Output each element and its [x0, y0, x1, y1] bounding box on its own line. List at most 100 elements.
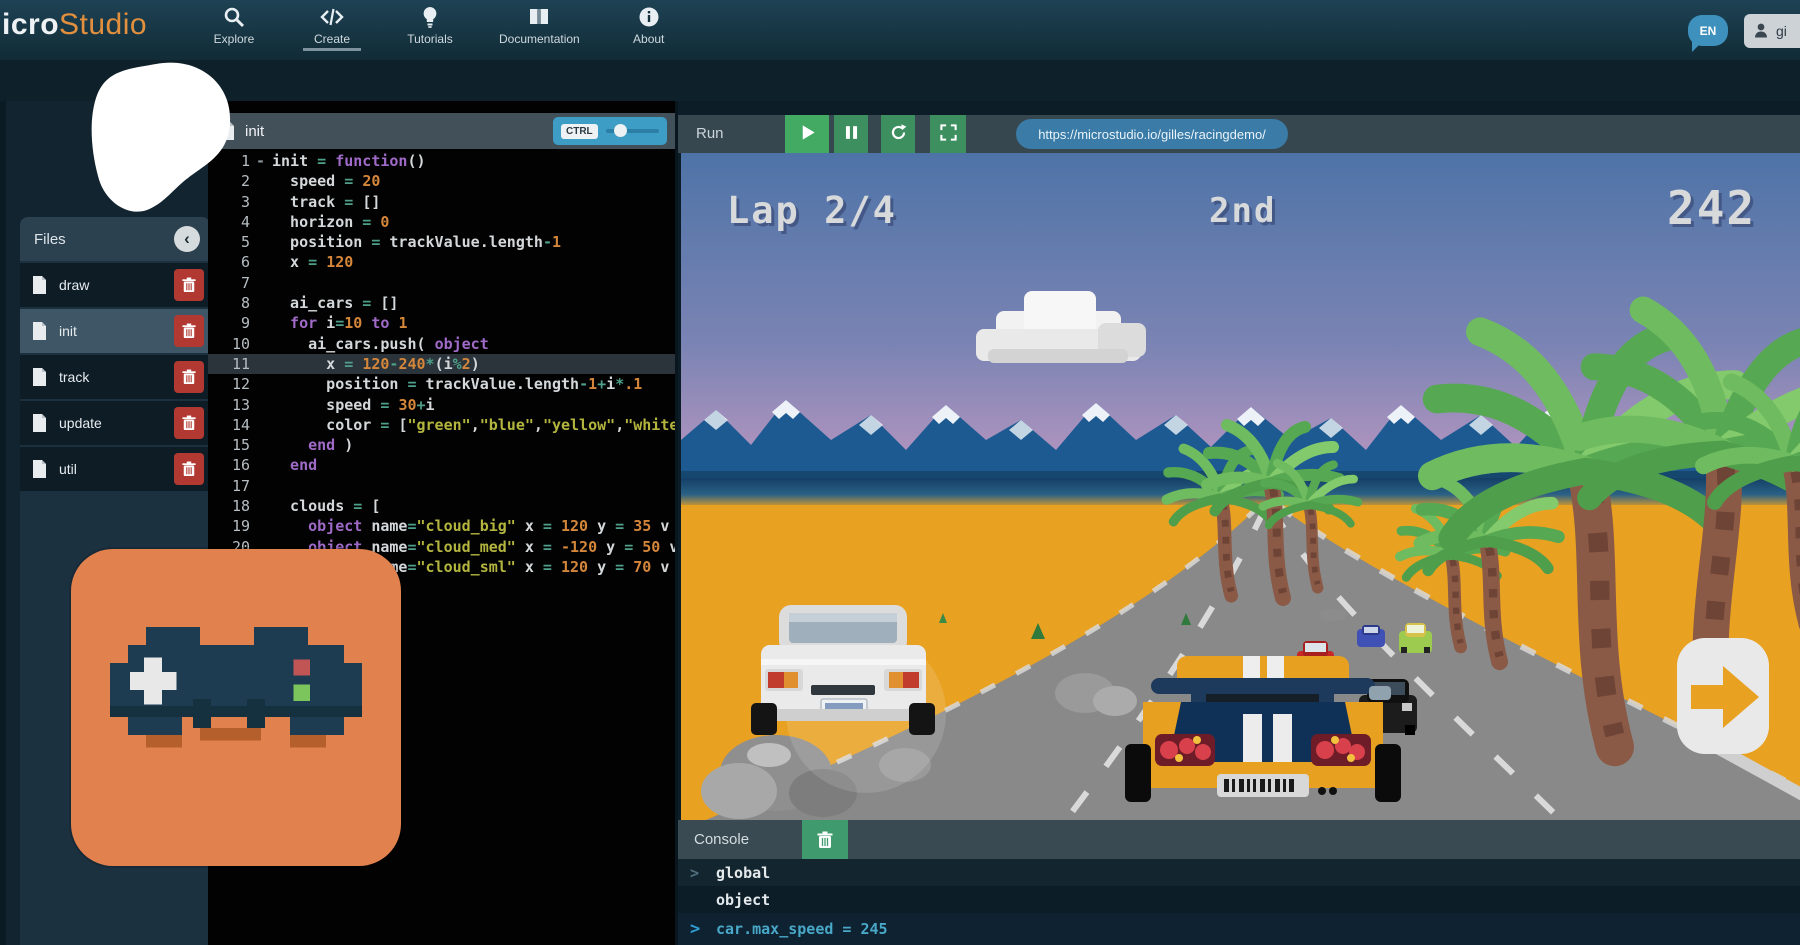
code-line-17[interactable]: 17 [208, 476, 675, 496]
reload-icon [889, 123, 908, 145]
code-line-2[interactable]: 2 speed = 20 [208, 171, 675, 191]
reload-button[interactable] [881, 115, 915, 153]
line-number: 19 [208, 516, 256, 536]
line-number: 9 [208, 313, 256, 333]
toggle-knob [614, 124, 627, 137]
logo[interactable]: icroStudio [2, 8, 147, 42]
fold-marker[interactable]: - [256, 151, 266, 171]
code-text: x = 120 [266, 252, 353, 272]
language-badge[interactable]: EN [1688, 15, 1728, 46]
console-log-line[interactable]: >global [678, 859, 1800, 886]
file-item-util[interactable]: util [20, 447, 210, 491]
line-number: 13 [208, 395, 256, 415]
code-line-18[interactable]: 18 clouds = [ [208, 496, 675, 516]
code-text: speed = 20 [266, 171, 380, 191]
code-line-12[interactable]: 12 position = trackValue.length-1+i*.1 [208, 374, 675, 394]
pause-icon [842, 123, 861, 145]
code-line-19[interactable]: 19 object name="cloud_big" x = 120 y = 3… [208, 516, 675, 536]
fold-spacer [256, 496, 266, 516]
console-text: object [716, 891, 770, 909]
file-item-update[interactable]: update [20, 401, 210, 445]
console-log-line: object [678, 886, 1800, 913]
nav-item-about[interactable]: About [620, 5, 678, 51]
pause-button[interactable] [834, 115, 868, 153]
turn-sign [1677, 638, 1769, 754]
code-line-11[interactable]: 11 x = 120-240*(i%2) [208, 354, 675, 374]
console-clear-button[interactable] [802, 820, 848, 859]
fold-spacer [256, 374, 266, 394]
main-nav: Explore Create Tutorials Documentation About [205, 5, 678, 51]
code-text: horizon = 0 [266, 212, 389, 232]
code-line-7[interactable]: 7 [208, 273, 675, 293]
delete-file-button[interactable] [174, 315, 204, 347]
file-item-track[interactable]: track [20, 355, 210, 399]
code-line-13[interactable]: 13 speed = 30+i [208, 395, 675, 415]
nav-item-explore[interactable]: Explore [205, 5, 263, 51]
person-icon [1752, 21, 1770, 42]
fold-spacer [256, 334, 266, 354]
console-output[interactable]: >globalobject>car.max_speed = 245 [678, 859, 1800, 945]
fold-spacer [256, 252, 266, 272]
code-line-16[interactable]: 16 end [208, 455, 675, 475]
fold-spacer [256, 415, 266, 435]
delete-file-button[interactable] [174, 453, 204, 485]
line-number: 12 [208, 374, 256, 394]
line-number: 1 [208, 151, 256, 171]
editor-filename: init [245, 123, 553, 140]
play-button[interactable] [785, 115, 829, 153]
code-line-3[interactable]: 3 track = [] [208, 192, 675, 212]
delete-file-button[interactable] [174, 407, 204, 439]
nav-item-create[interactable]: Create [303, 5, 361, 51]
code-line-9[interactable]: 9 for i=10 to 1 [208, 313, 675, 333]
hud-lap: Lap 2/4 [727, 189, 897, 232]
code-text: ai_cars = [] [266, 293, 398, 313]
code-text: position = trackValue.length-1 [266, 232, 561, 252]
gamepad-pixel-art [110, 627, 362, 789]
code-line-15[interactable]: 15 end ) [208, 435, 675, 455]
file-name: init [59, 323, 174, 339]
code-line-1[interactable]: 1-init = function() [208, 151, 675, 171]
file-item-init[interactable]: init [20, 309, 210, 353]
code-text: end [266, 455, 317, 475]
code-line-8[interactable]: 8 ai_cars = [] [208, 293, 675, 313]
delete-file-button[interactable] [174, 269, 204, 301]
ctrl-shortcuts-toggle[interactable]: CTRL [553, 117, 667, 145]
code-line-4[interactable]: 4 horizon = 0 [208, 212, 675, 232]
nav-item-label: Explore [214, 32, 255, 46]
fold-spacer [256, 192, 266, 212]
code-line-14[interactable]: 14 color = ["green","blue","yellow","whi… [208, 415, 675, 435]
nav-item-tutorials[interactable]: Tutorials [401, 5, 459, 51]
project-url[interactable]: https://microstudio.io/gilles/racingdemo… [1016, 119, 1288, 149]
fold-spacer [256, 212, 266, 232]
fullscreen-button[interactable] [930, 115, 966, 153]
files-panel-header: Files ‹ [20, 217, 210, 261]
file-name: update [59, 415, 174, 431]
code-line-6[interactable]: 6 x = 120 [208, 252, 675, 272]
collapse-panel-button[interactable]: ‹ [174, 226, 200, 252]
fold-spacer [256, 354, 266, 374]
line-number: 11 [208, 354, 256, 374]
console-prompt-icon: > [690, 864, 716, 882]
code-line-10[interactable]: 10 ai_cars.push( object [208, 334, 675, 354]
fold-spacer [256, 313, 266, 333]
code-icon [320, 5, 344, 29]
line-number: 2 [208, 171, 256, 191]
code-text: for i=10 to 1 [266, 313, 407, 333]
code-text: clouds = [ [266, 496, 380, 516]
code-text: end ) [266, 435, 353, 455]
user-button[interactable]: gi [1744, 14, 1800, 48]
file-icon [32, 368, 47, 386]
nav-item-documentation[interactable]: Documentation [499, 5, 580, 51]
fold-spacer [256, 273, 266, 293]
line-number: 3 [208, 192, 256, 212]
file-name: track [59, 369, 174, 385]
line-number: 10 [208, 334, 256, 354]
game-view[interactable]: Lap 2/4 2nd 242 [681, 153, 1800, 820]
code-line-5[interactable]: 5 position = trackValue.length-1 [208, 232, 675, 252]
toggle-track [606, 129, 659, 133]
line-number: 5 [208, 232, 256, 252]
hud-speed: 242 [1667, 181, 1756, 235]
nav-item-label: Tutorials [407, 32, 453, 46]
delete-file-button[interactable] [174, 361, 204, 393]
file-item-draw[interactable]: draw [20, 263, 210, 307]
